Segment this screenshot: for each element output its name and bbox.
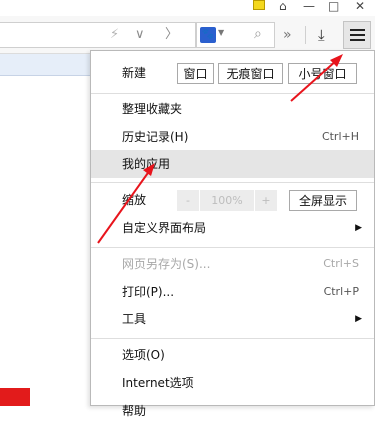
hamburger-icon bbox=[350, 39, 365, 41]
menu-separator bbox=[91, 182, 374, 183]
menu-item-label: 历史记录(H) bbox=[122, 130, 189, 144]
maximize-icon[interactable]: □ bbox=[328, 0, 339, 14]
menu-item-help[interactable]: 帮助 bbox=[91, 397, 374, 425]
submenu-arrow-icon: ▶ bbox=[355, 223, 362, 233]
new-window-button[interactable]: 窗口 bbox=[177, 63, 214, 84]
minimize-icon[interactable]: — bbox=[303, 0, 315, 14]
chevron-down-icon[interactable]: ∨ bbox=[135, 22, 145, 48]
menu-item-print[interactable]: 打印(P)... Ctrl+P bbox=[91, 278, 374, 306]
search-box[interactable]: 🐾 ▼ ⌕ bbox=[196, 22, 275, 48]
hamburger-icon bbox=[350, 34, 365, 36]
zoom-out-button[interactable]: - bbox=[177, 190, 199, 211]
menu-item-label: 打印(P)... bbox=[122, 285, 175, 299]
menu-new-row: 新建 窗口 无痕窗口 小号窗口 bbox=[91, 59, 374, 87]
menu-item-label: 网页另存为(S)... bbox=[122, 257, 211, 271]
fullscreen-button[interactable]: 全屏显示 bbox=[289, 190, 357, 211]
menu-zoom-label: 缩放 bbox=[122, 193, 147, 207]
title-bar: ⌂ — □ ✕ bbox=[0, 0, 375, 16]
menu-zoom-row: 缩放 - 100% + 全屏显示 bbox=[91, 186, 374, 214]
skin-icon[interactable] bbox=[253, 0, 265, 10]
menu-item-label: 帮助 bbox=[122, 404, 147, 418]
new-alt-account-window-button[interactable]: 小号窗口 bbox=[288, 63, 357, 84]
main-menu: 新建 窗口 无痕窗口 小号窗口 整理收藏夹 历史记录(H) Ctrl+H 我的应… bbox=[90, 50, 375, 418]
menu-separator bbox=[91, 338, 374, 339]
search-engine-dropdown-icon[interactable]: ▼ bbox=[218, 28, 224, 37]
menu-item-organize-favorites[interactable]: 整理收藏夹 bbox=[91, 95, 374, 123]
submenu-arrow-icon: ▶ bbox=[355, 314, 362, 324]
home-icon[interactable]: ⌂ bbox=[279, 0, 287, 14]
page-content-red-element bbox=[0, 388, 30, 406]
menu-item-label: 我的应用 bbox=[122, 157, 171, 171]
search-engine-icon[interactable]: 🐾 bbox=[200, 27, 216, 43]
toolbar-divider bbox=[305, 26, 306, 44]
hamburger-icon bbox=[350, 29, 365, 31]
menu-item-my-apps[interactable]: 我的应用 bbox=[91, 150, 374, 178]
menu-item-shortcut: Ctrl+P bbox=[323, 285, 359, 298]
chevron-right-icon[interactable]: 〉 bbox=[165, 22, 178, 48]
menu-item-label: 整理收藏夹 bbox=[122, 102, 183, 116]
menu-item-label: 工具 bbox=[122, 312, 147, 326]
menu-item-customize-layout[interactable]: 自定义界面布局 ▶ bbox=[91, 214, 374, 242]
close-icon[interactable]: ✕ bbox=[355, 0, 365, 14]
menu-item-options[interactable]: 选项(O) bbox=[91, 341, 374, 369]
menu-item-shortcut: Ctrl+S bbox=[323, 257, 359, 270]
menu-item-label: 自定义界面布局 bbox=[122, 221, 207, 235]
menu-item-label: 选项(O) bbox=[122, 348, 165, 362]
menu-item-shortcut: Ctrl+H bbox=[321, 130, 359, 143]
more-icon[interactable]: » bbox=[283, 22, 292, 48]
download-icon[interactable]: ⤓ bbox=[318, 22, 325, 48]
menu-item-save-page-as: 网页另存为(S)... Ctrl+S bbox=[91, 250, 374, 278]
zoom-in-button[interactable]: + bbox=[255, 190, 277, 211]
menu-separator bbox=[91, 93, 374, 94]
lightning-icon[interactable]: ⚡ bbox=[110, 22, 119, 48]
search-icon[interactable]: ⌕ bbox=[254, 26, 262, 42]
menu-item-label: Internet选项 bbox=[122, 376, 194, 390]
menu-item-tools[interactable]: 工具 ▶ bbox=[91, 305, 374, 333]
menu-separator bbox=[91, 247, 374, 248]
menu-new-label: 新建 bbox=[122, 66, 147, 80]
zoom-level-value: 100% bbox=[200, 190, 254, 211]
menu-item-internet-options[interactable]: Internet选项 bbox=[91, 369, 374, 397]
toolbar: ⚡ ∨ 〉 🐾 ▼ ⌕ » ⤓ bbox=[0, 16, 375, 54]
main-menu-button[interactable] bbox=[343, 21, 371, 49]
new-incognito-window-button[interactable]: 无痕窗口 bbox=[218, 63, 283, 84]
menu-item-history[interactable]: 历史记录(H) Ctrl+H bbox=[91, 123, 374, 151]
